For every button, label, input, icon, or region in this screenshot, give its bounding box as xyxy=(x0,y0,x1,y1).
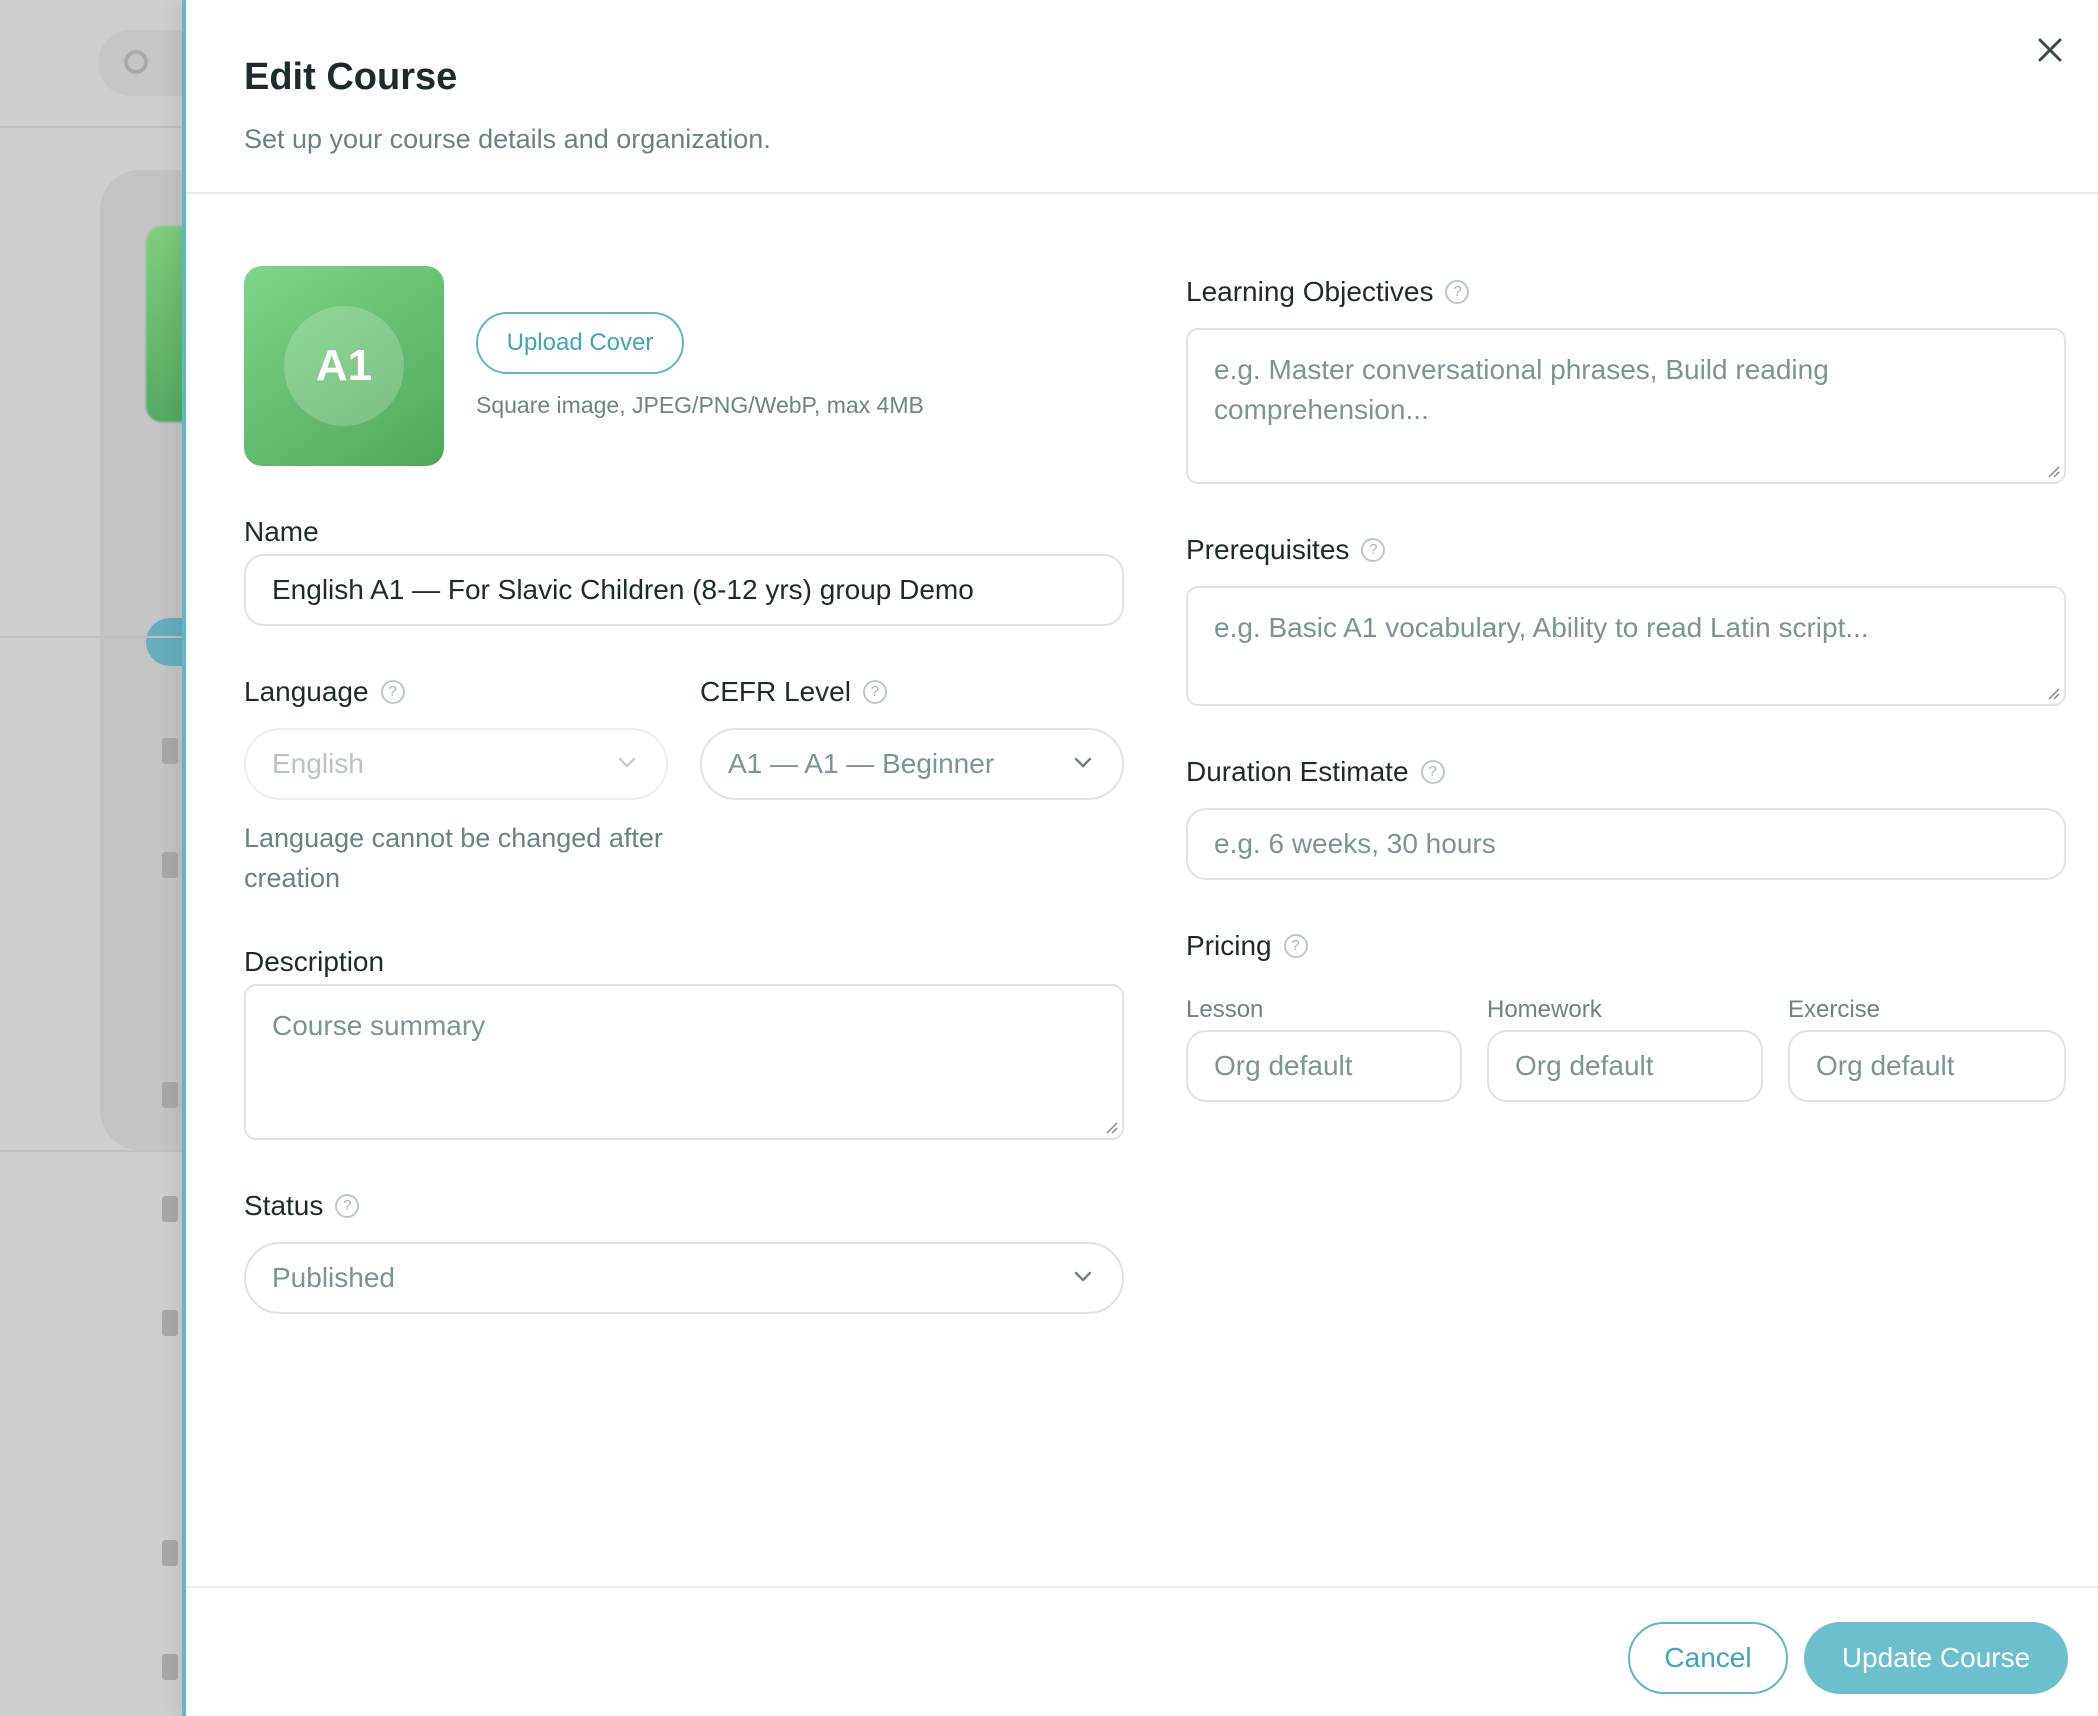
name-input[interactable]: English A1 — For Slavic Children (8-12 y… xyxy=(244,554,1124,626)
duration-estimate-label: Duration Estimate ? xyxy=(1186,756,1445,788)
help-circle-icon[interactable]: ? xyxy=(862,680,887,704)
pricing-homework-label: Homework xyxy=(1487,996,1602,1023)
status-label-text: Status xyxy=(244,1190,324,1221)
name-value: English A1 — For Slavic Children (8-12 y… xyxy=(272,574,974,605)
pricing-label-text: Pricing xyxy=(1186,930,1272,961)
language-hint: Language cannot be changed after creatio… xyxy=(244,823,663,893)
resize-handle-icon[interactable] xyxy=(1104,1120,1118,1134)
background-placeholder xyxy=(162,738,178,764)
language-label: Language ? xyxy=(244,676,405,708)
prerequisites-label: Prerequisites ? xyxy=(1186,534,1386,566)
resize-handle-icon[interactable] xyxy=(2046,686,2060,700)
background-placeholder xyxy=(162,1082,178,1108)
learning-objectives-label: Learning Objectives ? xyxy=(1186,276,1470,308)
cefr-level-label-text: CEFR Level xyxy=(700,676,851,707)
background-placeholder xyxy=(162,1540,178,1566)
name-label: Name xyxy=(244,516,319,548)
cefr-level-select[interactable]: A1 — A1 — Beginner xyxy=(700,728,1124,800)
status-select[interactable]: Published xyxy=(244,1242,1124,1314)
prerequisites-textarea[interactable]: e.g. Basic A1 vocabulary, Ability to rea… xyxy=(1186,586,2066,706)
background-app xyxy=(0,0,190,1716)
language-select: English xyxy=(244,728,668,800)
pricing-lesson-input[interactable]: Org default xyxy=(1186,1030,1462,1102)
language-value: English xyxy=(272,748,364,779)
prerequisites-label-text: Prerequisites xyxy=(1186,534,1350,565)
cover-hint: Square image, JPEG/PNG/WebP, max 4MB xyxy=(476,392,924,418)
learning-objectives-label-text: Learning Objectives xyxy=(1186,276,1434,307)
status-value: Published xyxy=(272,1262,395,1293)
chevron-down-icon xyxy=(1074,757,1092,768)
cover-initials: A1 xyxy=(284,306,404,426)
background-divider xyxy=(0,636,190,638)
help-circle-icon[interactable]: ? xyxy=(1361,538,1386,562)
upload-cover-button[interactable]: Upload Cover xyxy=(476,312,684,374)
help-circle-icon[interactable]: ? xyxy=(1420,760,1445,784)
duration-estimate-label-text: Duration Estimate xyxy=(1186,756,1409,787)
description-placeholder: Course summary xyxy=(272,1010,486,1041)
pricing-exercise-input[interactable]: Org default xyxy=(1788,1030,2066,1102)
background-divider xyxy=(0,1150,190,1152)
duration-estimate-placeholder: e.g. 6 weeks, 30 hours xyxy=(1214,828,1496,859)
modal-subtitle: Set up your course details and organizat… xyxy=(244,124,771,154)
learning-objectives-placeholder: e.g. Master conversational phrases, Buil… xyxy=(1214,354,1829,425)
name-label-text: Name xyxy=(244,516,319,547)
help-circle-icon[interactable]: ? xyxy=(335,1194,360,1218)
cefr-level-value: A1 — A1 — Beginner xyxy=(728,748,995,779)
chevron-down-icon xyxy=(618,757,636,768)
pricing-homework-input[interactable]: Org default xyxy=(1487,1030,1763,1102)
pricing-exercise-placeholder: Org default xyxy=(1816,1050,1955,1081)
description-textarea[interactable]: Course summary xyxy=(244,984,1124,1140)
background-placeholder xyxy=(162,1310,178,1336)
cancel-button[interactable]: Cancel xyxy=(1628,1622,1788,1694)
background-placeholder xyxy=(162,1196,178,1222)
description-label: Description xyxy=(244,946,384,978)
language-label-text: Language xyxy=(244,676,369,707)
pricing-exercise-label: Exercise xyxy=(1788,996,1881,1023)
modal-header: Edit Course Set up your course details a… xyxy=(186,0,2098,194)
background-placeholder xyxy=(162,1654,178,1680)
background-divider xyxy=(0,126,190,128)
chevron-down-icon xyxy=(1074,1271,1092,1282)
modal-title: Edit Course xyxy=(244,56,458,98)
status-label: Status ? xyxy=(244,1190,360,1222)
edit-course-modal: Edit Course Set up your course details a… xyxy=(182,0,2098,1716)
modal-footer: Cancel Update Course xyxy=(186,1586,2098,1716)
help-circle-icon[interactable]: ? xyxy=(1445,280,1470,304)
close-button[interactable] xyxy=(2030,30,2070,70)
duration-estimate-input[interactable]: e.g. 6 weeks, 30 hours xyxy=(1186,808,2066,880)
help-circle-icon[interactable]: ? xyxy=(380,680,405,704)
learning-objectives-textarea[interactable]: e.g. Master conversational phrases, Buil… xyxy=(1186,328,2066,484)
help-circle-icon[interactable]: ? xyxy=(1283,934,1308,958)
description-label-text: Description xyxy=(244,946,385,977)
background-placeholder xyxy=(162,852,178,878)
course-cover-image: A1 xyxy=(244,266,444,466)
pricing-lesson-label: Lesson xyxy=(1186,996,1264,1023)
pricing-homework-placeholder: Org default xyxy=(1515,1050,1654,1081)
prerequisites-placeholder: e.g. Basic A1 vocabulary, Ability to rea… xyxy=(1214,612,1869,643)
search-icon xyxy=(124,50,148,74)
cefr-level-label: CEFR Level ? xyxy=(700,676,887,708)
pricing-lesson-placeholder: Org default xyxy=(1214,1050,1353,1081)
close-icon xyxy=(2038,38,2062,62)
pricing-label: Pricing ? xyxy=(1186,930,1308,962)
update-course-button[interactable]: Update Course xyxy=(1804,1622,2068,1694)
resize-handle-icon[interactable] xyxy=(2046,464,2060,478)
